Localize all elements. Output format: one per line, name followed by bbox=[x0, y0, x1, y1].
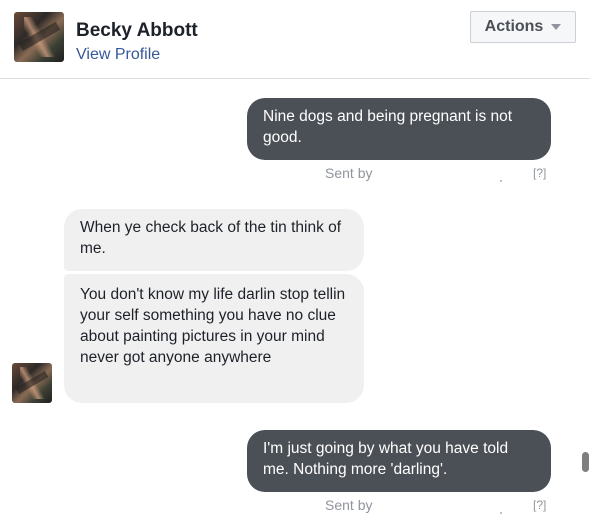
contact-name[interactable]: Becky Abbott bbox=[76, 20, 198, 42]
sender-avatar[interactable] bbox=[12, 363, 52, 403]
message-text: Nine dogs and being pregnant is not good… bbox=[263, 108, 513, 146]
contact-avatar[interactable] bbox=[14, 12, 64, 62]
actions-button[interactable]: Actions bbox=[470, 11, 576, 43]
help-link[interactable]: [?] bbox=[533, 166, 546, 180]
sender-dot bbox=[500, 512, 502, 514]
incoming-message: When ye check back of the tin think of m… bbox=[64, 209, 364, 271]
message-text: You don't know my life darlin stop telli… bbox=[80, 286, 346, 366]
caret-down-icon bbox=[551, 24, 562, 30]
message-text: When ye check back of the tin think of m… bbox=[80, 219, 342, 257]
help-link[interactable]: [?] bbox=[533, 498, 546, 512]
conversation-header: Becky Abbott View Profile Actions bbox=[0, 0, 590, 79]
actions-button-label: Actions bbox=[484, 18, 544, 35]
scrollbar-thumb[interactable] bbox=[582, 452, 589, 472]
sent-by-status: Sent by bbox=[325, 165, 373, 181]
outgoing-message: I'm just going by what you have told me.… bbox=[247, 430, 551, 492]
sent-by-status: Sent by bbox=[325, 497, 373, 513]
outgoing-message: Nine dogs and being pregnant is not good… bbox=[247, 98, 551, 160]
view-profile-link[interactable]: View Profile bbox=[76, 46, 160, 64]
incoming-message: You don't know my life darlin stop telli… bbox=[64, 274, 364, 403]
sender-dot bbox=[500, 180, 502, 182]
message-text: I'm just going by what you have told me.… bbox=[263, 440, 509, 478]
